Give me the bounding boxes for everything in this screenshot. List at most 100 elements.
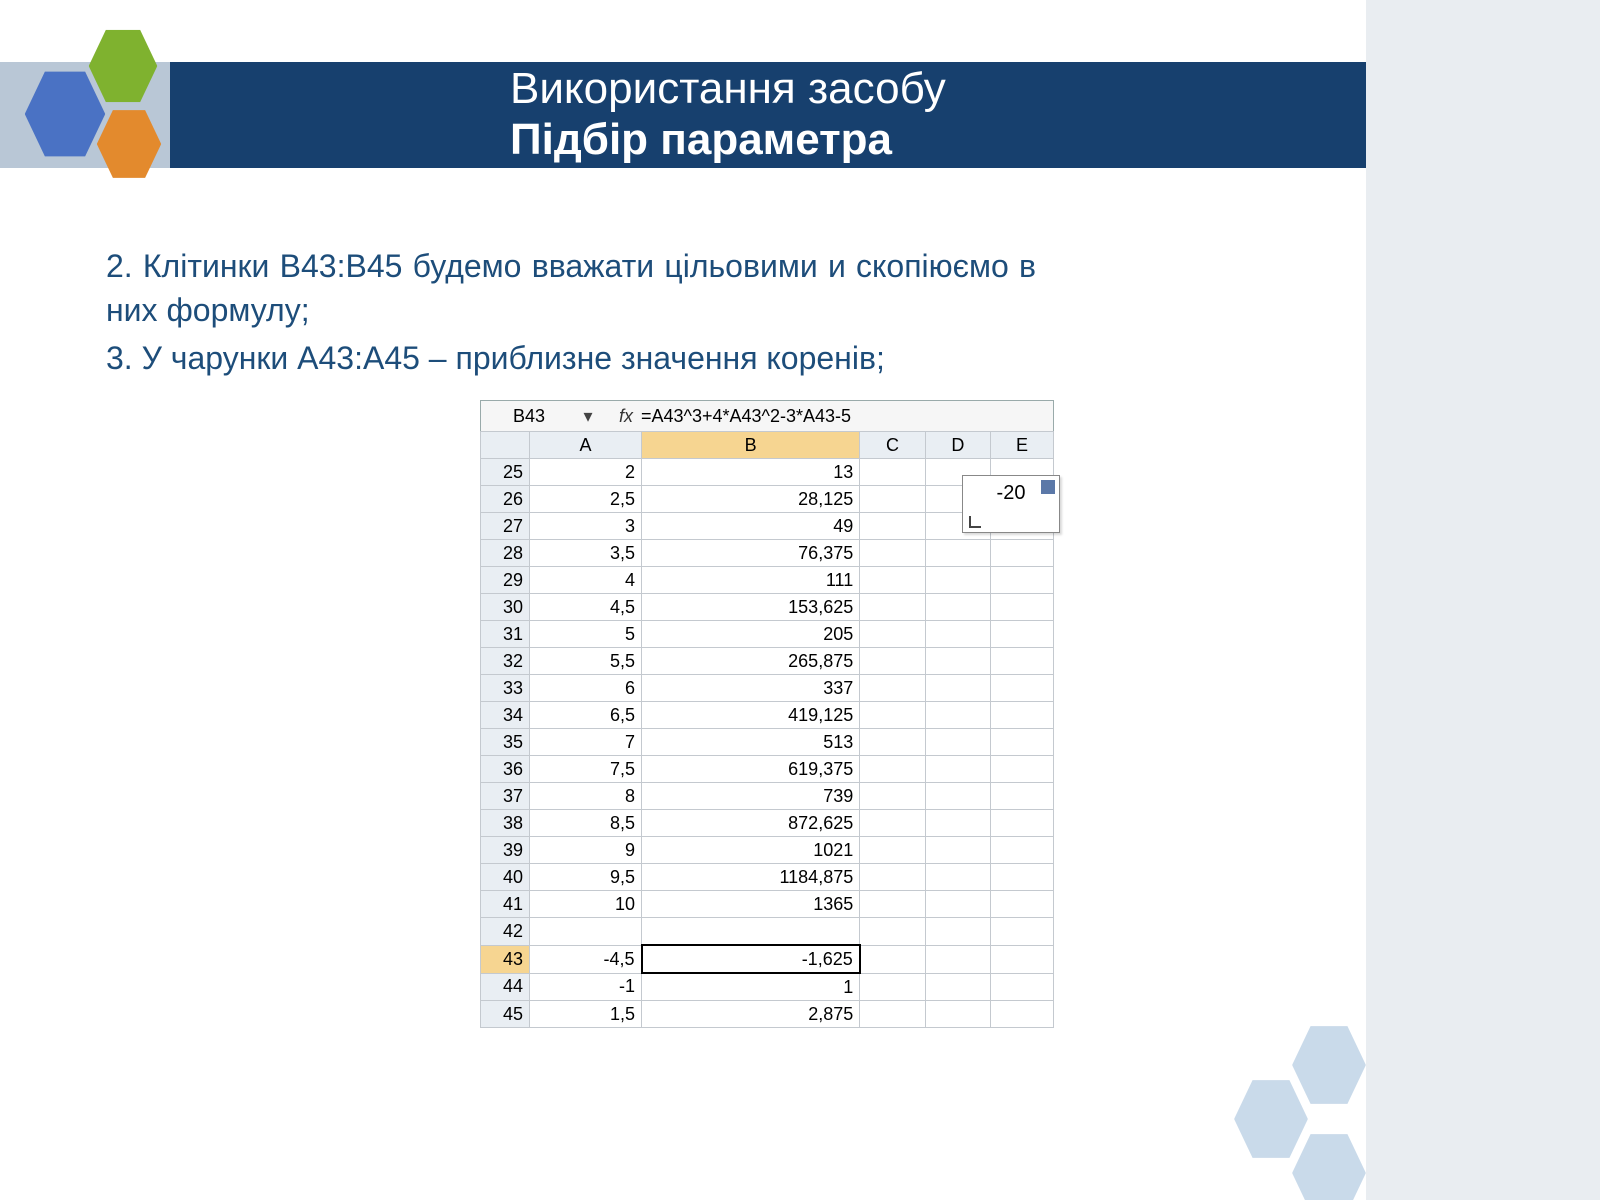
row-header[interactable]: 34 bbox=[481, 702, 530, 729]
formula-input[interactable]: =A43^3+4*A43^2-3*A43-5 bbox=[637, 406, 1053, 427]
cell[interactable] bbox=[925, 810, 990, 837]
row-header[interactable]: 44 bbox=[481, 973, 530, 1001]
cell[interactable]: 1365 bbox=[642, 891, 860, 918]
cell[interactable] bbox=[991, 648, 1054, 675]
row-header[interactable]: 37 bbox=[481, 783, 530, 810]
row-header[interactable]: 26 bbox=[481, 486, 530, 513]
cell[interactable]: 3 bbox=[530, 513, 642, 540]
col-header-b[interactable]: B bbox=[642, 432, 860, 459]
name-box-dropdown-icon[interactable]: ▾ bbox=[577, 406, 599, 427]
table-row[interactable]: 304,5153,625 bbox=[481, 594, 1054, 621]
cell[interactable] bbox=[991, 973, 1054, 1001]
cell[interactable]: 9,5 bbox=[530, 864, 642, 891]
row-header[interactable]: 40 bbox=[481, 864, 530, 891]
cell[interactable] bbox=[925, 945, 990, 973]
cell[interactable] bbox=[860, 1001, 925, 1028]
cell[interactable]: 419,125 bbox=[642, 702, 860, 729]
fx-label[interactable]: fx bbox=[599, 406, 637, 427]
cell[interactable]: 1184,875 bbox=[642, 864, 860, 891]
cell[interactable] bbox=[925, 729, 990, 756]
cell[interactable] bbox=[860, 837, 925, 864]
cell[interactable]: 6,5 bbox=[530, 702, 642, 729]
row-header[interactable]: 42 bbox=[481, 918, 530, 946]
col-header-d[interactable]: D bbox=[925, 432, 990, 459]
cell[interactable] bbox=[991, 837, 1054, 864]
row-header[interactable]: 38 bbox=[481, 810, 530, 837]
cell[interactable]: 28,125 bbox=[642, 486, 860, 513]
cell[interactable]: 13 bbox=[642, 459, 860, 486]
row-header[interactable]: 45 bbox=[481, 1001, 530, 1028]
row-header[interactable]: 39 bbox=[481, 837, 530, 864]
cell[interactable] bbox=[991, 621, 1054, 648]
cell[interactable]: 7,5 bbox=[530, 756, 642, 783]
table-row[interactable]: 451,52,875 bbox=[481, 1001, 1054, 1028]
cell[interactable]: 619,375 bbox=[642, 756, 860, 783]
row-header[interactable]: 30 bbox=[481, 594, 530, 621]
cell[interactable] bbox=[925, 783, 990, 810]
cell[interactable] bbox=[991, 945, 1054, 973]
cell[interactable] bbox=[991, 1001, 1054, 1028]
cell[interactable]: 2,5 bbox=[530, 486, 642, 513]
cell[interactable] bbox=[642, 918, 860, 946]
cell[interactable] bbox=[860, 540, 925, 567]
cell[interactable] bbox=[860, 567, 925, 594]
table-row[interactable]: 409,51184,875 bbox=[481, 864, 1054, 891]
cell[interactable] bbox=[991, 810, 1054, 837]
table-row[interactable]: 283,576,375 bbox=[481, 540, 1054, 567]
table-row[interactable]: 325,5265,875 bbox=[481, 648, 1054, 675]
table-row[interactable]: 336337 bbox=[481, 675, 1054, 702]
cell[interactable]: 5,5 bbox=[530, 648, 642, 675]
table-row[interactable]: 44-11 bbox=[481, 973, 1054, 1001]
cell[interactable] bbox=[925, 1001, 990, 1028]
row-header[interactable]: 41 bbox=[481, 891, 530, 918]
table-row[interactable]: 294111 bbox=[481, 567, 1054, 594]
cell[interactable]: 6 bbox=[530, 675, 642, 702]
cell[interactable] bbox=[925, 973, 990, 1001]
cell[interactable]: 9 bbox=[530, 837, 642, 864]
cell[interactable] bbox=[925, 675, 990, 702]
col-header-a[interactable]: A bbox=[530, 432, 642, 459]
cell[interactable] bbox=[991, 594, 1054, 621]
row-header[interactable]: 29 bbox=[481, 567, 530, 594]
row-header[interactable]: 28 bbox=[481, 540, 530, 567]
cell[interactable] bbox=[860, 810, 925, 837]
cell[interactable]: 10 bbox=[530, 891, 642, 918]
corner-cell[interactable] bbox=[481, 432, 530, 459]
row-header[interactable]: 32 bbox=[481, 648, 530, 675]
table-row[interactable]: 315205 bbox=[481, 621, 1054, 648]
cell[interactable]: 1,5 bbox=[530, 1001, 642, 1028]
cell[interactable] bbox=[925, 594, 990, 621]
row-header[interactable]: 31 bbox=[481, 621, 530, 648]
cell[interactable] bbox=[860, 621, 925, 648]
cell[interactable] bbox=[991, 783, 1054, 810]
table-row[interactable]: 357513 bbox=[481, 729, 1054, 756]
cell[interactable]: 3,5 bbox=[530, 540, 642, 567]
cell[interactable]: 1021 bbox=[642, 837, 860, 864]
cell[interactable] bbox=[991, 675, 1054, 702]
cell[interactable] bbox=[860, 864, 925, 891]
cell[interactable] bbox=[925, 756, 990, 783]
cell[interactable]: -1 bbox=[530, 973, 642, 1001]
cell[interactable] bbox=[860, 918, 925, 946]
cell[interactable] bbox=[860, 675, 925, 702]
active-cell[interactable]: -1,625 bbox=[642, 945, 860, 973]
cell[interactable] bbox=[860, 594, 925, 621]
cell[interactable]: 111 bbox=[642, 567, 860, 594]
cell[interactable]: 153,625 bbox=[642, 594, 860, 621]
cell[interactable]: 205 bbox=[642, 621, 860, 648]
cell[interactable] bbox=[860, 459, 925, 486]
table-row[interactable]: 41101365 bbox=[481, 891, 1054, 918]
row-header[interactable]: 43 bbox=[481, 945, 530, 973]
cell[interactable] bbox=[991, 567, 1054, 594]
row-header[interactable]: 33 bbox=[481, 675, 530, 702]
table-row[interactable]: 388,5872,625 bbox=[481, 810, 1054, 837]
cell[interactable] bbox=[991, 864, 1054, 891]
cell[interactable] bbox=[925, 648, 990, 675]
table-row[interactable]: 42 bbox=[481, 918, 1054, 946]
table-row[interactable]: 378739 bbox=[481, 783, 1054, 810]
cell[interactable] bbox=[991, 756, 1054, 783]
cell[interactable] bbox=[860, 973, 925, 1001]
cell[interactable]: 8,5 bbox=[530, 810, 642, 837]
cell[interactable] bbox=[991, 540, 1054, 567]
cell[interactable] bbox=[925, 864, 990, 891]
